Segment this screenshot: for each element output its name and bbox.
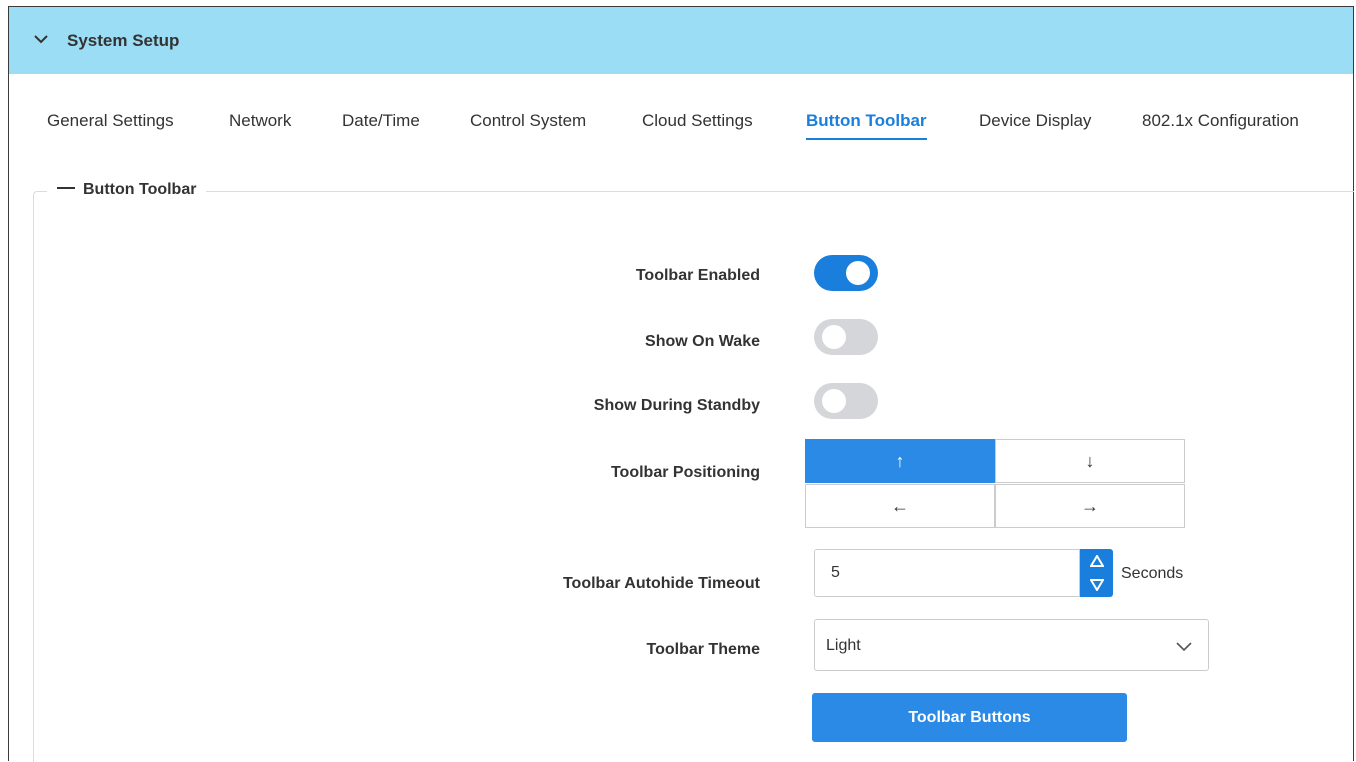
show-on-wake-toggle[interactable] (814, 319, 878, 355)
toolbar-positioning-group: ↑ ↓ ← → (805, 439, 1193, 529)
position-left-button[interactable]: ← (805, 484, 995, 528)
tab-802-1x-configuration[interactable]: 802.1x Configuration (1142, 111, 1299, 131)
toolbar-positioning-label: Toolbar Positioning (610, 464, 760, 481)
autohide-timeout-input[interactable]: 5 (814, 549, 1080, 597)
toolbar-theme-label: Toolbar Theme (646, 641, 761, 658)
triangle-up-icon (1089, 555, 1104, 567)
position-up-button[interactable]: ↑ (805, 439, 995, 483)
decrement-button[interactable] (1080, 573, 1113, 597)
settings-tabs: General Settings Network Date/Time Contr… (9, 111, 1353, 141)
tab-date-time[interactable]: Date/Time (342, 111, 420, 131)
show-during-standby-label: Show During Standby (593, 397, 760, 414)
system-setup-header[interactable]: System Setup (9, 7, 1353, 74)
chevron-down-icon (34, 35, 48, 44)
toolbar-enabled-toggle[interactable] (814, 255, 878, 291)
toolbar-enabled-label: Toolbar Enabled (635, 267, 760, 284)
fieldset-legend[interactable]: Button Toolbar (47, 181, 207, 199)
toolbar-theme-select[interactable]: Light (814, 619, 1209, 671)
toggle-knob (822, 325, 846, 349)
toggle-knob (822, 389, 846, 413)
autohide-timeout-label: Toolbar Autohide Timeout (562, 575, 760, 592)
tab-device-display[interactable]: Device Display (979, 111, 1091, 131)
tab-general-settings[interactable]: General Settings (47, 111, 174, 131)
toggle-knob (846, 261, 870, 285)
position-down-button[interactable]: ↓ (995, 439, 1185, 483)
tab-cloud-settings[interactable]: Cloud Settings (642, 111, 753, 131)
autohide-timeout-stepper[interactable] (1080, 549, 1113, 597)
collapse-dash-icon (57, 187, 75, 190)
show-during-standby-toggle[interactable] (814, 383, 878, 419)
toolbar-buttons-button[interactable]: Toolbar Buttons (812, 693, 1127, 742)
panel-title: System Setup (67, 31, 180, 50)
chevron-down-icon (1176, 642, 1192, 652)
position-right-button[interactable]: → (995, 484, 1185, 528)
autohide-unit-label: Seconds (1121, 565, 1184, 582)
tab-network[interactable]: Network (229, 111, 291, 131)
toolbar-theme-value: Light (826, 637, 861, 654)
increment-button[interactable] (1080, 549, 1113, 573)
show-on-wake-label: Show On Wake (645, 333, 760, 350)
tab-control-system[interactable]: Control System (470, 111, 586, 131)
tab-button-toolbar[interactable]: Button Toolbar (806, 111, 927, 140)
section-title: Button Toolbar (83, 181, 197, 198)
autohide-timeout-value: 5 (831, 564, 840, 581)
triangle-down-icon (1089, 579, 1104, 591)
